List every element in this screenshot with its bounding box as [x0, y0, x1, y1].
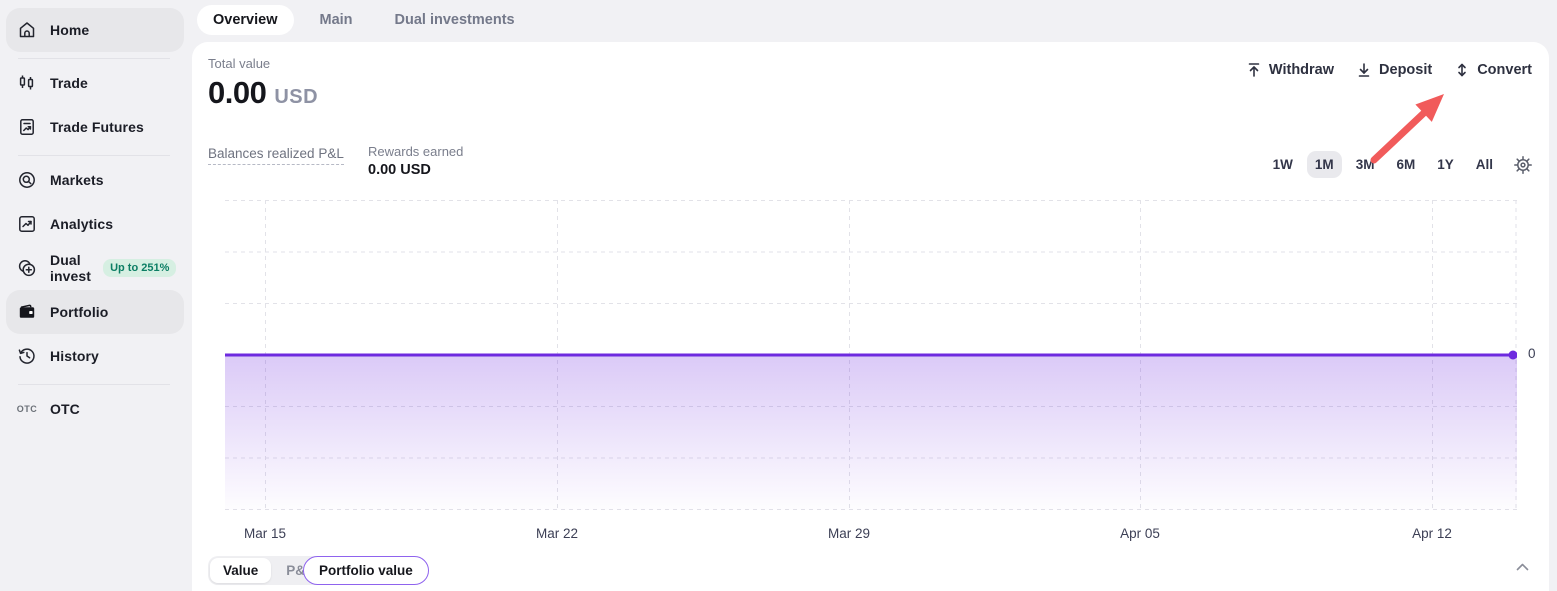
sidebar-item-label: Portfolio [50, 304, 108, 320]
convert-button[interactable]: Convert [1454, 62, 1532, 78]
sidebar-item-portfolio[interactable]: Portfolio [6, 290, 184, 334]
sidebar-item-label: Home [50, 22, 89, 38]
dual-invest-badge: Up to 251% [103, 259, 176, 277]
x-axis-tick: Mar 15 [244, 526, 286, 541]
toggle-value[interactable]: Value [210, 558, 271, 583]
total-value-currency: USD [274, 86, 318, 109]
portfolio-tabs: Overview Main Dual investments [197, 3, 531, 37]
futures-contract-icon [16, 116, 38, 138]
candlestick-icon [16, 72, 38, 94]
dual-coins-icon [16, 257, 38, 279]
sidebar-item-label: OTC [50, 401, 80, 417]
portfolio-value-filter-pill[interactable]: Portfolio value [303, 556, 429, 585]
chart-settings-gear-icon[interactable] [1513, 155, 1533, 175]
range-6m[interactable]: 6M [1388, 151, 1423, 178]
withdraw-arrow-icon [1246, 62, 1262, 78]
sidebar-item-label: Markets [50, 172, 104, 188]
chart-trend-icon [16, 213, 38, 235]
time-range-selector: 1W 1M 3M 6M 1Y All [1265, 151, 1533, 178]
sidebar-item-label: History [50, 348, 99, 364]
rewards-earned-value: 0.00 USD [368, 162, 463, 178]
wallet-icon [16, 301, 38, 323]
range-1y[interactable]: 1Y [1429, 151, 1462, 178]
balances-realized-pnl-label[interactable]: Balances realized P&L [208, 146, 344, 165]
x-axis-tick: Apr 05 [1120, 526, 1160, 541]
portfolio-value-chart[interactable] [225, 200, 1517, 510]
sidebar-item-markets[interactable]: Markets [6, 158, 184, 202]
sidebar-item-home[interactable]: Home [6, 8, 184, 52]
home-icon [16, 19, 38, 41]
x-axis-tick: Mar 22 [536, 526, 578, 541]
sidebar-item-trade[interactable]: Trade [6, 61, 184, 105]
withdraw-button[interactable]: Withdraw [1246, 62, 1334, 78]
convert-label: Convert [1477, 62, 1532, 78]
sidebar-item-analytics[interactable]: Analytics [6, 202, 184, 246]
sidebar: Home Trade Trade Futures Markets Analyti… [0, 0, 190, 591]
total-value-label: Total value [208, 56, 318, 71]
rewards-earned-block: Rewards earned 0.00 USD [368, 144, 463, 178]
withdraw-label: Withdraw [1269, 62, 1334, 78]
tab-overview[interactable]: Overview [197, 5, 294, 35]
chart-area-fill [225, 355, 1517, 510]
sidebar-item-label: Analytics [50, 216, 113, 232]
sidebar-item-label: Dual invest [50, 252, 91, 284]
clock-history-icon [16, 345, 38, 367]
tab-main[interactable]: Main [304, 5, 369, 35]
total-value-block: Total value 0.00 USD [208, 56, 318, 111]
portfolio-overview-card: Total value 0.00 USD Balances realized P… [192, 42, 1549, 591]
otc-text-icon: OTC [16, 398, 38, 420]
coin-icon [16, 169, 38, 191]
sidebar-divider [18, 155, 170, 156]
deposit-label: Deposit [1379, 62, 1432, 78]
account-actions: Withdraw Deposit Convert [1246, 62, 1532, 78]
range-3m[interactable]: 3M [1348, 151, 1383, 178]
deposit-button[interactable]: Deposit [1356, 62, 1432, 78]
range-1m[interactable]: 1M [1307, 151, 1342, 178]
sidebar-item-history[interactable]: History [6, 334, 184, 378]
sidebar-divider [18, 58, 170, 59]
sidebar-item-dual-invest[interactable]: Dual invest Up to 251% [6, 246, 184, 290]
range-all[interactable]: All [1468, 151, 1501, 178]
x-axis-tick: Mar 29 [828, 526, 870, 541]
range-1w[interactable]: 1W [1265, 151, 1301, 178]
convert-arrows-icon [1454, 62, 1470, 78]
rewards-earned-label: Rewards earned [368, 144, 463, 159]
sidebar-item-label: Trade Futures [50, 119, 144, 135]
tab-dual-investments[interactable]: Dual investments [379, 5, 531, 35]
collapse-chart-chevron-icon[interactable] [1512, 559, 1533, 575]
total-value: 0.00 [208, 75, 266, 111]
sidebar-divider [18, 384, 170, 385]
x-axis-tick: Apr 12 [1412, 526, 1452, 541]
sidebar-item-trade-futures[interactable]: Trade Futures [6, 105, 184, 149]
y-axis-end-value: 0 [1528, 346, 1536, 361]
sidebar-item-otc[interactable]: OTC OTC [6, 387, 184, 431]
deposit-arrow-icon [1356, 62, 1372, 78]
sidebar-item-label: Trade [50, 75, 88, 91]
